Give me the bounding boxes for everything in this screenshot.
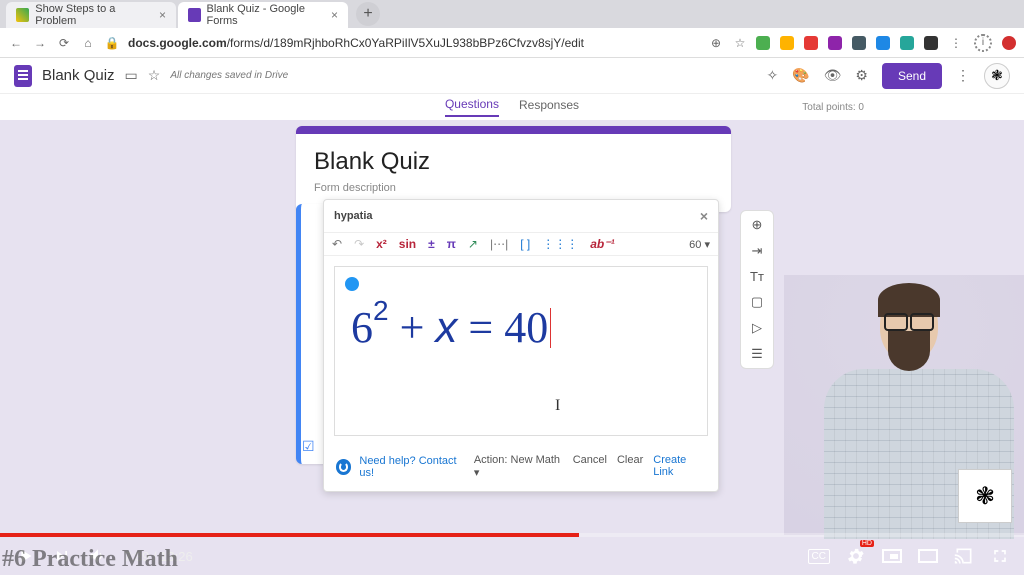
forms-logo-icon[interactable] xyxy=(14,65,32,87)
tab-favicon xyxy=(188,8,201,22)
equation-editor[interactable]: 62 + x = 40 I xyxy=(334,266,708,436)
extension-icon[interactable] xyxy=(828,36,842,50)
captions-button[interactable]: CC xyxy=(808,549,830,564)
cast-button[interactable] xyxy=(954,546,974,566)
extension-icon[interactable] xyxy=(900,36,914,50)
close-icon[interactable]: × xyxy=(159,8,166,22)
form-description[interactable]: Form description xyxy=(314,182,713,194)
clear-button[interactable]: Clear xyxy=(617,454,643,479)
browser-toolbar: ← → ⟳ ⌂ 🔒 docs.google.com/forms/d/189mRj… xyxy=(0,28,1024,58)
browser-tabstrip: Show Steps to a Problem × Blank Quiz - G… xyxy=(0,0,1024,28)
help-link[interactable]: Need help? Contact us! xyxy=(359,455,469,479)
add-title-icon[interactable]: Tᴛ xyxy=(750,269,764,284)
tab-questions[interactable]: Questions xyxy=(445,97,499,117)
profile-info-icon[interactable]: i xyxy=(974,34,992,52)
tab-title: Show Steps to a Problem xyxy=(35,3,153,27)
undo-icon[interactable]: ↶ xyxy=(332,237,342,251)
question-toolbar: ⊕ ⇥ Tᴛ ▢ ▷ ☰ xyxy=(740,210,774,369)
star-icon[interactable]: ☆ xyxy=(732,36,748,50)
equation-toolbar: ↶ ↷ x² sin ± π ↗ |⋯| [ ] ⋮⋮⋮ ab⁻¹ 60 ▾ xyxy=(324,232,718,256)
trig-tool[interactable]: sin xyxy=(399,237,416,251)
dialog-title: hypatia xyxy=(334,210,373,222)
hd-badge: HD xyxy=(860,540,874,547)
notification-icon[interactable] xyxy=(1002,36,1016,50)
cancel-button[interactable]: Cancel xyxy=(573,454,607,479)
redo-icon[interactable]: ↷ xyxy=(354,237,364,251)
watermark-logo: ❃ xyxy=(958,469,1012,523)
lock-icon: 🔒 xyxy=(104,36,120,50)
inverse-tool[interactable]: ab⁻¹ xyxy=(590,237,614,251)
extension-icon[interactable] xyxy=(852,36,866,50)
abs-tool[interactable]: |⋯| xyxy=(490,237,508,251)
power-tool[interactable]: x² xyxy=(376,237,387,251)
equation-settings-icon[interactable] xyxy=(345,277,359,291)
extension-icon[interactable] xyxy=(876,36,890,50)
tab-favicon xyxy=(16,8,29,22)
action-dropdown[interactable]: Action: New Math ▾ xyxy=(474,454,563,479)
extensions-tray: ⋮ i xyxy=(756,34,1016,52)
help-icon[interactable] xyxy=(336,459,351,475)
hypatia-dialog: hypatia × ↶ ↷ x² sin ± π ↗ |⋯| [ ] ⋮⋮⋮ a… xyxy=(323,199,719,492)
home-icon[interactable]: ⌂ xyxy=(80,36,96,50)
save-status: All changes saved in Drive xyxy=(170,70,288,81)
address-bar[interactable]: docs.google.com/forms/d/189mRjhboRhCx0Ya… xyxy=(128,36,700,50)
miniplayer-button[interactable] xyxy=(882,549,902,563)
video-overlay-title: #6 Practice Math xyxy=(2,546,178,573)
reload-icon[interactable]: ⟳ xyxy=(56,36,72,50)
theme-icon[interactable]: 🎨 xyxy=(792,67,809,84)
form-subtabs: Questions Responses Total points: 0 xyxy=(0,94,1024,120)
extension-icon[interactable] xyxy=(924,36,938,50)
folder-icon[interactable]: ▭ xyxy=(125,67,138,84)
preview-icon[interactable]: 👁 xyxy=(824,67,842,84)
text-cursor-icon: I xyxy=(555,397,560,415)
back-icon[interactable]: ← xyxy=(8,36,24,50)
add-question-icon[interactable]: ⊕ xyxy=(752,217,763,233)
new-tab-button[interactable]: + xyxy=(356,2,380,26)
close-icon[interactable]: × xyxy=(700,208,708,224)
settings-button[interactable]: HD xyxy=(846,546,866,566)
pi-tool[interactable]: π xyxy=(447,237,456,251)
add-section-icon[interactable]: ☰ xyxy=(751,346,763,362)
font-size-select[interactable]: 60 ▾ xyxy=(689,238,710,251)
zoom-icon[interactable]: ⊕ xyxy=(708,36,724,50)
extension-icon[interactable] xyxy=(780,36,794,50)
total-points: Total points: 0 xyxy=(802,102,864,113)
star-icon[interactable]: ☆ xyxy=(148,67,161,84)
browser-tab[interactable]: Show Steps to a Problem × xyxy=(6,2,176,28)
forms-header: Blank Quiz ▭ ☆ All changes saved in Driv… xyxy=(0,58,1024,94)
account-avatar[interactable]: ❃ xyxy=(984,63,1010,89)
browser-tab[interactable]: Blank Quiz - Google Forms × xyxy=(178,2,348,28)
extension-icon[interactable] xyxy=(756,36,770,50)
tab-title: Blank Quiz - Google Forms xyxy=(207,3,325,27)
addons-icon[interactable]: ✧ xyxy=(766,67,778,84)
forward-icon[interactable]: → xyxy=(32,36,48,50)
brackets-tool[interactable]: [ ] xyxy=(520,237,530,251)
matrix-tool[interactable]: ⋮⋮⋮ xyxy=(542,237,578,251)
create-link-button[interactable]: Create Link xyxy=(653,454,706,479)
tab-responses[interactable]: Responses xyxy=(519,98,579,116)
document-title[interactable]: Blank Quiz xyxy=(42,67,115,84)
settings-icon[interactable]: ⚙ xyxy=(855,67,868,84)
theater-button[interactable] xyxy=(918,549,938,563)
fullscreen-button[interactable] xyxy=(990,546,1010,566)
answer-key-icon[interactable]: ☑ xyxy=(302,438,315,455)
import-questions-icon[interactable]: ⇥ xyxy=(752,243,763,259)
menu-icon[interactable]: ⋮ xyxy=(948,36,964,50)
question-card-edge xyxy=(296,204,326,464)
close-icon[interactable]: × xyxy=(331,8,338,22)
plusminus-tool[interactable]: ± xyxy=(428,237,435,251)
add-image-icon[interactable]: ▢ xyxy=(751,294,763,310)
extension-icon[interactable] xyxy=(804,36,818,50)
more-icon[interactable]: ⋮ xyxy=(956,67,970,84)
form-canvas: Blank Quiz Form description ☑ hypatia × … xyxy=(0,120,1024,575)
arrow-tool[interactable]: ↗ xyxy=(468,237,478,251)
equation-content: 62 + x = 40 xyxy=(351,295,691,353)
form-title[interactable]: Blank Quiz xyxy=(314,148,713,176)
add-video-icon[interactable]: ▷ xyxy=(752,320,762,336)
send-button[interactable]: Send xyxy=(882,63,942,89)
